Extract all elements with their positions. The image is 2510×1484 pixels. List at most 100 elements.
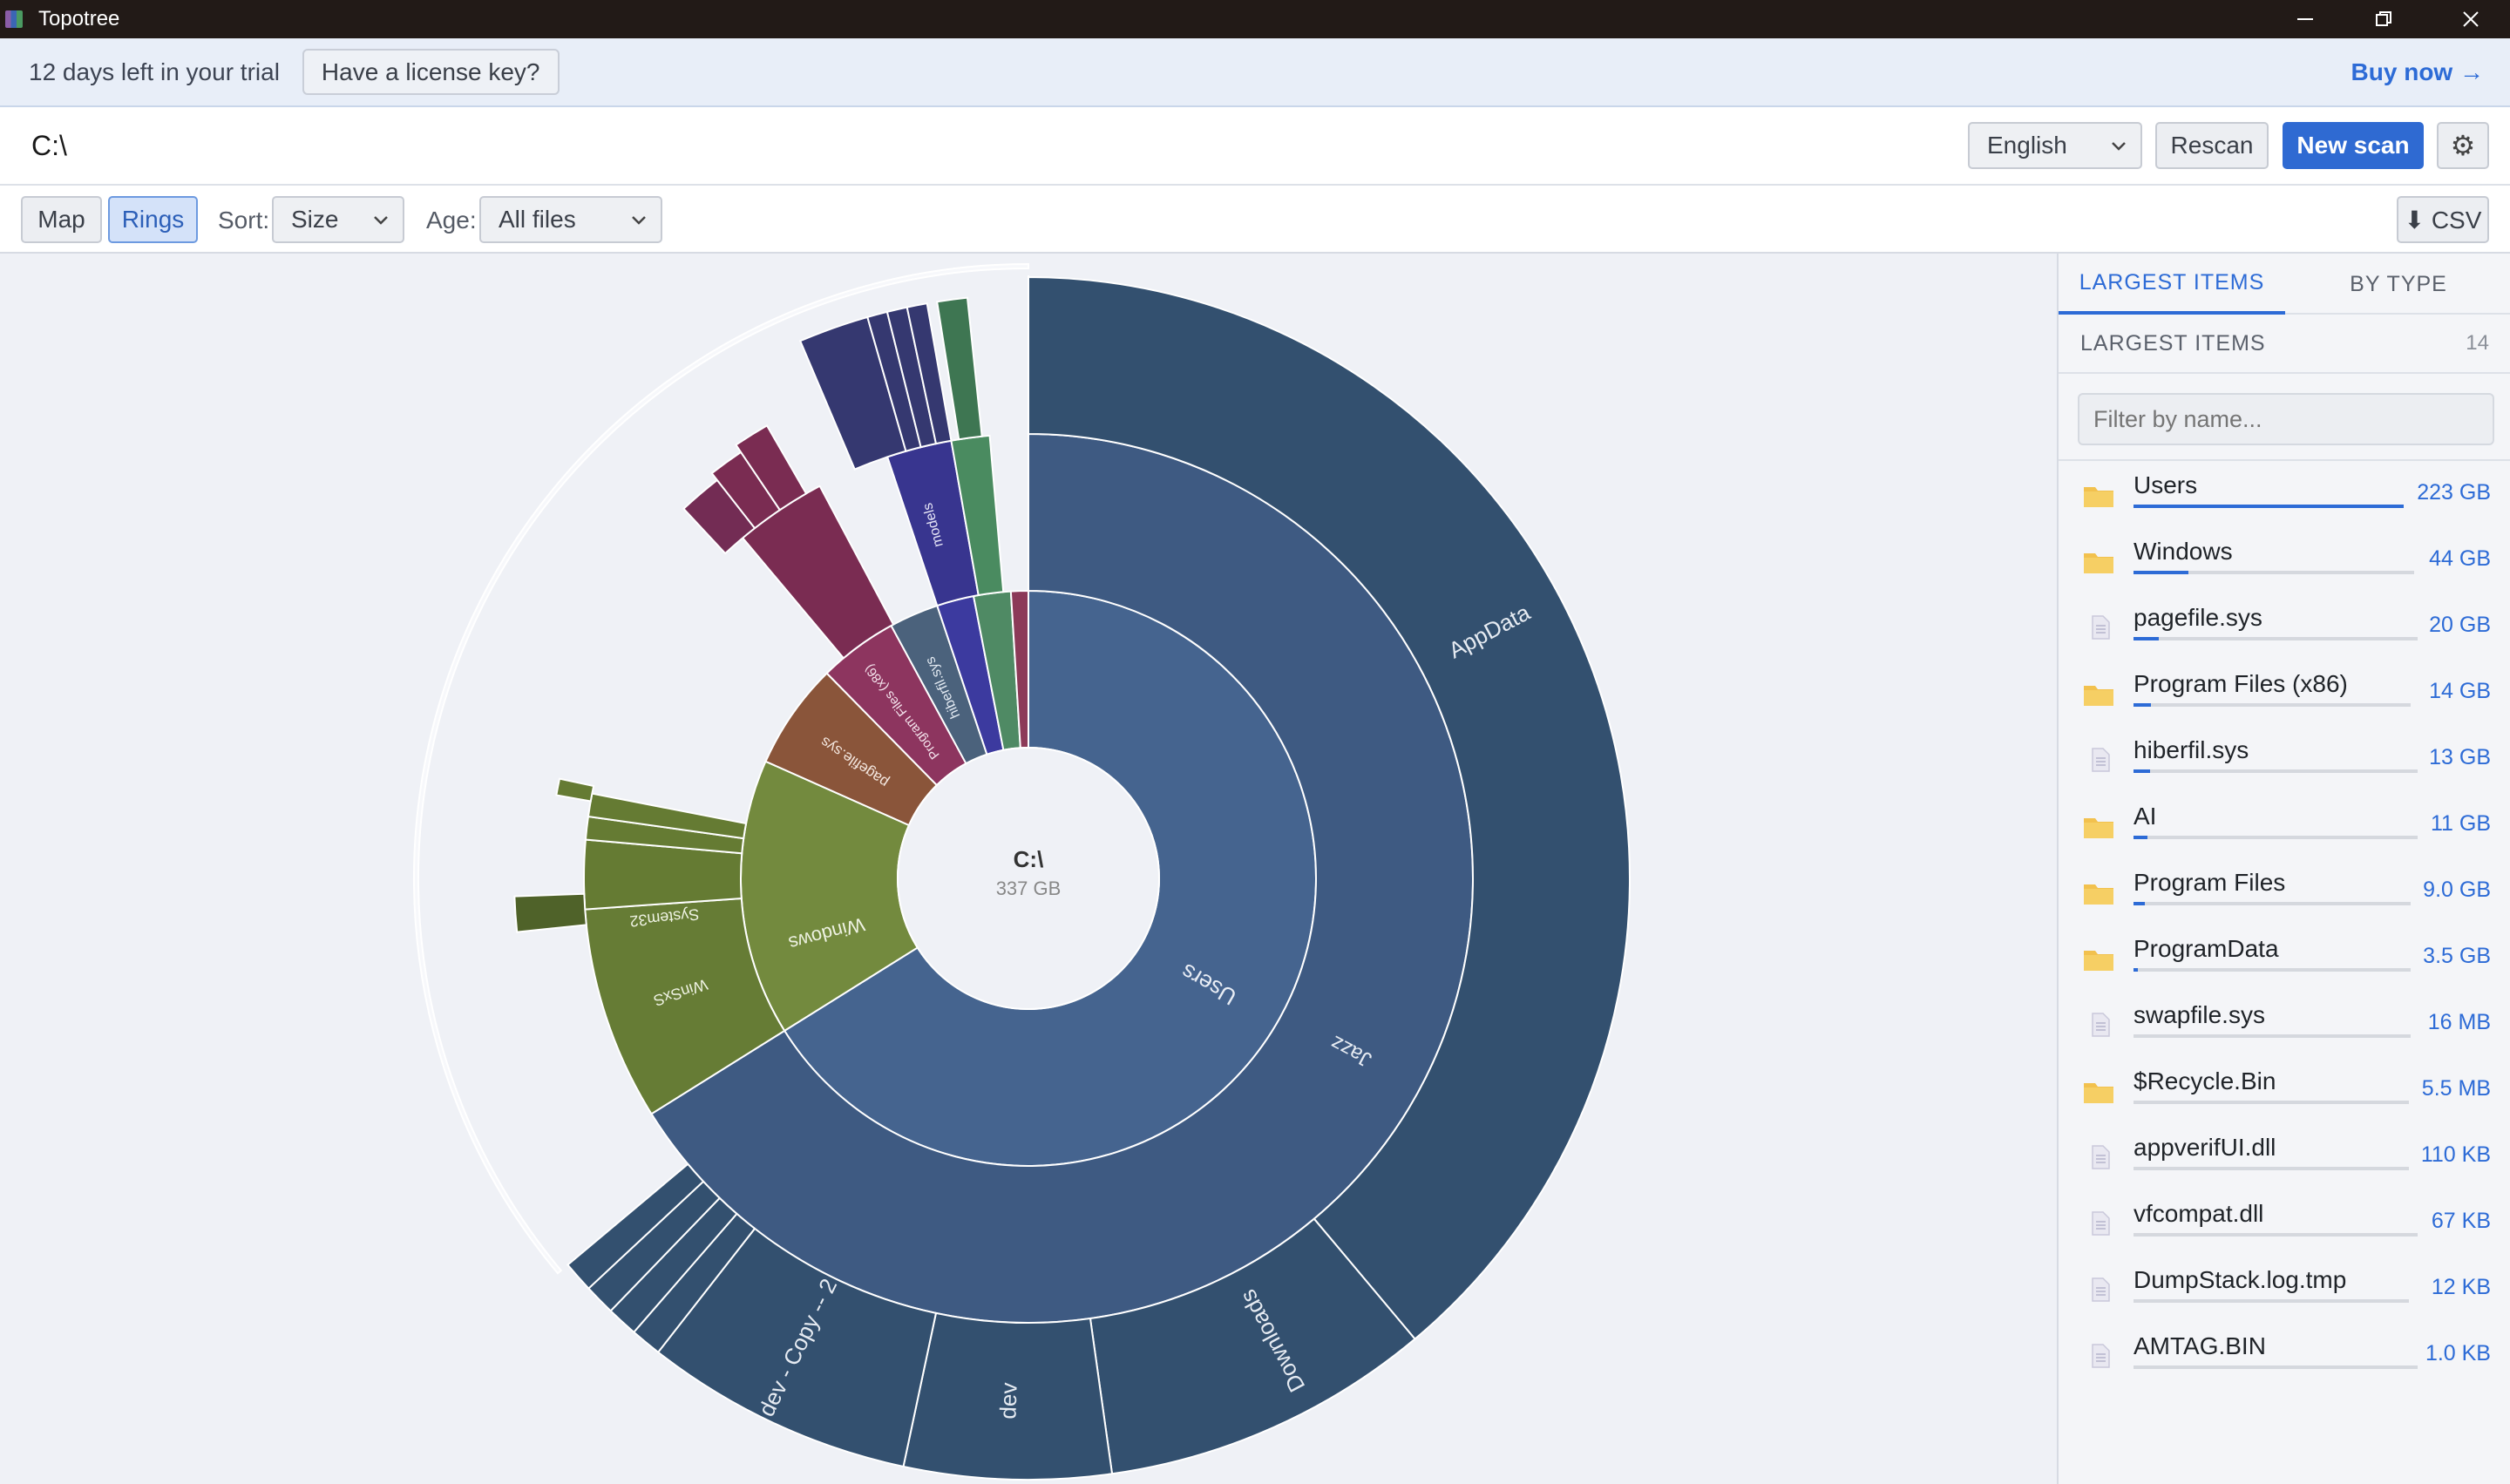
windows-child-segment[interactable] <box>555 777 595 803</box>
chart-area: Users Jazz AppData Downloads dev dev - Copy -… <box>0 254 2057 1484</box>
size-bar-fill <box>2134 902 2145 905</box>
rings-view-button[interactable]: Rings <box>108 196 198 243</box>
csv-export-button[interactable]: ⬇ CSV <box>2397 196 2489 243</box>
size-bar-fill <box>2134 968 2139 972</box>
size-bar <box>2134 1101 2409 1104</box>
item-name: pagefile.sys <box>2134 604 2262 631</box>
folder-icon <box>2083 945 2114 976</box>
item-size: 3.5 GB <box>2423 944 2491 968</box>
rescan-button[interactable]: Rescan <box>2155 122 2269 169</box>
new-scan-button[interactable]: New scan <box>2283 122 2424 169</box>
list-item[interactable]: AI 11 GB <box>2059 792 2510 858</box>
item-name: Users <box>2134 471 2198 498</box>
age-select[interactable]: All files <box>479 196 662 243</box>
size-bar <box>2134 571 2414 574</box>
size-bar <box>2134 769 2418 773</box>
list-item[interactable]: hiberfil.sys 13 GB <box>2059 726 2510 792</box>
app-icon <box>5 10 23 28</box>
scan-path: C:\ <box>31 129 67 161</box>
language-value: English <box>1987 132 2067 159</box>
largest-items-list: Users 223 GB Windows 44 GB pagefile.sys 20 GB… <box>2059 459 2510 1484</box>
item-size: 11 GB <box>2430 811 2491 836</box>
sidebar-tabs: LARGEST ITEMS BY TYPE <box>2059 254 2510 315</box>
folder-icon <box>2083 548 2114 579</box>
size-bar <box>2134 1299 2409 1303</box>
list-header: LARGEST ITEMS 14 <box>2059 315 2510 374</box>
file-icon <box>2083 747 2114 777</box>
size-bar <box>2134 968 2411 972</box>
chevron-down-icon <box>2112 142 2126 151</box>
path-bar: C:\ English Rescan New scan ⚙ <box>0 107 2510 186</box>
sidebar: LARGEST ITEMS BY TYPE LARGEST ITEMS 14 U… <box>2057 254 2510 1484</box>
item-size: 67 KB <box>2431 1209 2491 1233</box>
close-icon[interactable] <box>2432 0 2510 38</box>
folder-icon <box>2083 813 2114 844</box>
size-bar <box>2134 836 2418 839</box>
file-icon <box>2083 1012 2114 1042</box>
list-item[interactable]: Users 223 GB <box>2059 461 2510 527</box>
list-item[interactable]: Windows 44 GB <box>2059 527 2510 593</box>
list-item[interactable]: pagefile.sys 20 GB <box>2059 593 2510 660</box>
size-bar <box>2134 505 2404 508</box>
size-bar <box>2134 1034 2411 1038</box>
list-item[interactable]: vfcompat.dll 67 KB <box>2059 1189 2510 1256</box>
system32-child-segment[interactable] <box>513 892 587 933</box>
size-bar <box>2134 703 2411 707</box>
list-item[interactable]: AMTAG.BIN 1.0 KB <box>2059 1322 2510 1388</box>
trial-message: 12 days left in your trial <box>29 58 280 85</box>
item-size: 9.0 GB <box>2423 878 2491 902</box>
item-name: $Recycle.Bin <box>2134 1067 2276 1094</box>
list-item[interactable]: $Recycle.Bin 5.5 MB <box>2059 1057 2510 1123</box>
item-size: 20 GB <box>2429 613 2491 637</box>
settings-button[interactable]: ⚙ <box>2437 122 2489 169</box>
filter-input[interactable] <box>2078 393 2494 445</box>
sort-value: Size <box>291 206 339 233</box>
toolbar: Map Rings Sort: Size Age: All files ⬇ CS… <box>0 186 2510 254</box>
item-size: 223 GB <box>2417 480 2491 505</box>
list-item[interactable]: Program Files (x86) 14 GB <box>2059 660 2510 726</box>
folder-icon <box>2083 1078 2114 1108</box>
tab-by-type[interactable]: BY TYPE <box>2285 254 2510 315</box>
tab-largest-items[interactable]: LARGEST ITEMS <box>2059 254 2285 315</box>
window-title: Topotree <box>38 7 120 30</box>
item-size: 110 KB <box>2420 1142 2491 1167</box>
buy-now-link[interactable]: Buy now → <box>2351 58 2484 86</box>
item-name: appverifUI.dll <box>2134 1134 2276 1161</box>
list-item[interactable]: ProgramData 3.5 GB <box>2059 925 2510 991</box>
center-size: 337 GB <box>996 878 1062 899</box>
minimize-icon[interactable] <box>2266 0 2344 38</box>
size-bar <box>2134 1167 2409 1170</box>
list-item[interactable]: swapfile.sys 16 MB <box>2059 991 2510 1057</box>
size-bar <box>2134 1365 2418 1369</box>
list-item[interactable]: Program Files 9.0 GB <box>2059 858 2510 925</box>
list-item[interactable]: appverifUI.dll 110 KB <box>2059 1123 2510 1189</box>
chevron-down-icon <box>374 216 388 225</box>
license-key-button[interactable]: Have a license key? <box>302 49 560 95</box>
item-name: AMTAG.BIN <box>2134 1332 2266 1359</box>
size-bar-fill <box>2134 571 2189 574</box>
item-name: AI <box>2134 803 2157 830</box>
language-select[interactable]: English <box>1968 122 2142 169</box>
file-icon <box>2083 614 2114 645</box>
title-bar: Topotree <box>0 0 2510 38</box>
file-icon <box>2083 1144 2114 1175</box>
item-size: 13 GB <box>2429 745 2491 769</box>
item-size: 14 GB <box>2429 679 2491 703</box>
file-icon <box>2083 1277 2114 1307</box>
item-size: 5.5 MB <box>2421 1076 2491 1101</box>
item-name: Windows <box>2134 538 2233 565</box>
folder-icon <box>2083 879 2114 910</box>
size-bar-fill <box>2134 769 2150 773</box>
gear-icon: ⚙ <box>2450 130 2476 161</box>
age-label: Age: <box>426 207 477 234</box>
ring-label: dev <box>994 1382 1021 1420</box>
restore-icon[interactable] <box>2344 0 2423 38</box>
item-name: Program Files (x86) <box>2134 670 2348 697</box>
folder-icon <box>2083 482 2114 512</box>
sunburst-chart[interactable]: UsersJazzAppDataDownloadsdevdev - Copy -… <box>0 254 2057 1484</box>
map-view-button[interactable]: Map <box>21 196 102 243</box>
sort-select[interactable]: Size <box>272 196 404 243</box>
size-bar-fill <box>2134 836 2147 839</box>
list-item[interactable]: DumpStack.log.tmp 12 KB <box>2059 1256 2510 1322</box>
chevron-down-icon <box>632 216 646 225</box>
